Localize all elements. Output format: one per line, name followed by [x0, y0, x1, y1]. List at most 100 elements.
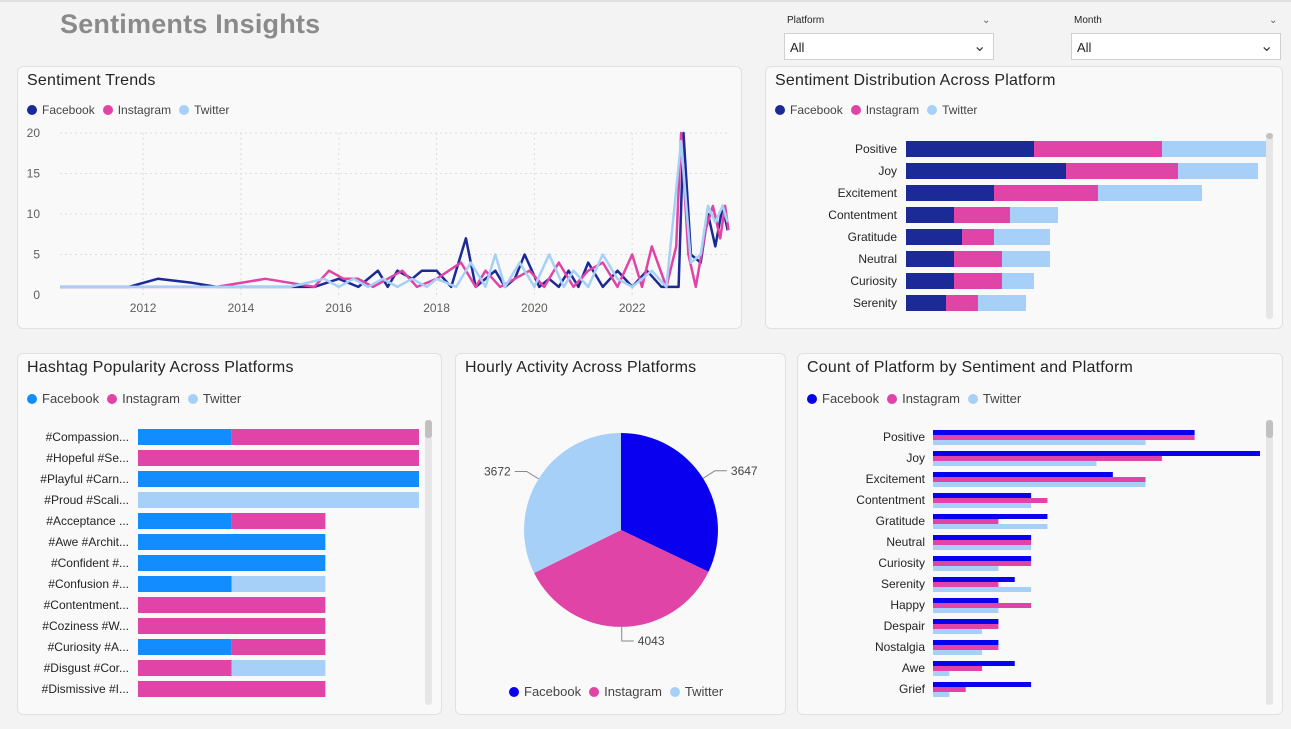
- scrollbar-thumb[interactable]: [425, 420, 432, 438]
- category-label: Contentment: [856, 493, 925, 507]
- scrollbar[interactable]: [1266, 420, 1273, 705]
- bar-facebook: [138, 429, 232, 445]
- series-line-instagram: [60, 131, 730, 289]
- pie-chart[interactable]: 3647 4043 3672: [456, 354, 785, 714]
- hourly-activity-card[interactable]: Hourly Activity Across Platforms 3647 404…: [455, 353, 786, 715]
- category-label: #Acceptance ...: [46, 514, 129, 528]
- bar-twitter: [1010, 207, 1058, 223]
- chevron-down-icon[interactable]: ⌄: [973, 36, 986, 56]
- bar-facebook: [906, 273, 954, 289]
- bar-facebook: [933, 682, 1032, 687]
- legend-dot-icon: [669, 686, 680, 697]
- month-header-chevron-icon[interactable]: ⌄: [1269, 15, 1277, 26]
- legend-item[interactable]: Twitter: [669, 684, 723, 699]
- bar-instagram: [1066, 163, 1178, 179]
- scrollbar-thumb[interactable]: [1266, 133, 1273, 139]
- category-label: Gratitude: [876, 514, 926, 528]
- legend-dot-icon: [589, 686, 600, 697]
- hashtag-popularity-card[interactable]: Hashtag Popularity Across Platforms Face…: [17, 353, 442, 715]
- legend-item[interactable]: Instagram: [589, 684, 662, 699]
- sentiment-trends-card[interactable]: Sentiment Trends Facebook Instagram Twitte…: [17, 66, 742, 329]
- bar-twitter: [933, 650, 983, 655]
- bar-instagram: [933, 477, 1146, 482]
- month-dropdown[interactable]: All ⌄: [1071, 33, 1281, 60]
- category-label: #Contentment...: [44, 598, 129, 612]
- bar-twitter: [1002, 251, 1050, 267]
- stacked-bar-chart[interactable]: Positive Joy Excitement Contentment Gratitud…: [766, 67, 1282, 328]
- month-slicer[interactable]: Month ⌄ All ⌄: [1071, 11, 1281, 61]
- data-label: 3672: [484, 465, 511, 479]
- bar-twitter: [933, 671, 950, 676]
- bar-instagram: [954, 207, 1010, 223]
- scrollbar[interactable]: [425, 420, 432, 705]
- bar-instagram: [138, 597, 326, 613]
- bar-twitter: [933, 608, 999, 613]
- bar-twitter: [231, 576, 326, 592]
- y-tick-label: 20: [27, 126, 41, 140]
- bar-facebook: [933, 535, 1032, 540]
- category-label: #Proud #Scali...: [44, 493, 129, 507]
- bar-facebook: [138, 471, 419, 487]
- sentiment-distribution-card[interactable]: Sentiment Distribution Across Platform F…: [765, 66, 1283, 329]
- bar-twitter: [933, 692, 950, 697]
- platform-value: All: [790, 40, 805, 55]
- bar-instagram: [933, 666, 983, 671]
- category-label: Happy: [890, 598, 925, 612]
- bar-twitter: [933, 482, 1146, 487]
- bar-twitter: [231, 660, 326, 676]
- category-label: #Curiosity #A...: [48, 640, 129, 654]
- bar-facebook: [933, 514, 1048, 519]
- bar-facebook: [906, 295, 946, 311]
- bar-twitter: [978, 295, 1026, 311]
- bar-instagram: [933, 603, 1032, 608]
- line-chart[interactable]: 0 5 10 15 20 2012 2014 2016 2018 2020 2022: [18, 67, 741, 328]
- leader-line: [514, 471, 539, 480]
- category-label: Positive: [855, 142, 897, 156]
- bar-facebook: [906, 251, 954, 267]
- bar-instagram: [231, 429, 419, 445]
- bar-instagram: [994, 185, 1098, 201]
- bar-facebook: [138, 534, 326, 550]
- bar-facebook: [138, 513, 232, 529]
- stacked-bar-chart[interactable]: #Compassion... #Hopeful #Se... #Playful #C…: [18, 354, 441, 714]
- platform-header-chevron-icon[interactable]: ⌄: [982, 15, 990, 26]
- bar-instagram: [138, 681, 326, 697]
- category-label: #Awe #Archit...: [49, 535, 129, 549]
- bar-facebook: [906, 141, 1034, 157]
- category-label: #Disgust #Cor...: [44, 661, 129, 675]
- legend-item[interactable]: Facebook: [509, 684, 581, 699]
- scrollbar[interactable]: [1266, 133, 1273, 319]
- bar-twitter: [933, 461, 1097, 466]
- data-label: 4043: [638, 634, 665, 648]
- bar-instagram: [954, 251, 1002, 267]
- category-label: #Confident #...: [51, 556, 129, 570]
- chevron-down-icon[interactable]: ⌄: [1260, 36, 1273, 56]
- bar-instagram: [933, 519, 999, 524]
- bar-instagram: [962, 229, 994, 245]
- bar-facebook: [933, 451, 1260, 456]
- clustered-bar-chart[interactable]: Positive Joy Excitement Contentment Gratitud…: [798, 354, 1282, 714]
- category-label: Gratitude: [848, 230, 898, 244]
- x-tick-label: 2022: [619, 301, 646, 315]
- bar-instagram: [933, 561, 1032, 566]
- category-label: Neutral: [858, 252, 897, 266]
- x-tick-label: 2020: [521, 301, 548, 315]
- platform-dropdown[interactable]: All ⌄: [784, 33, 994, 60]
- legend-dot-icon: [509, 686, 519, 697]
- bar-facebook: [933, 598, 999, 603]
- bar-instagram: [933, 456, 1162, 461]
- scrollbar-thumb[interactable]: [1266, 420, 1273, 438]
- category-label: Curiosity: [850, 274, 897, 288]
- bar-twitter: [1098, 185, 1202, 201]
- category-label: #Compassion...: [46, 430, 129, 444]
- bar-instagram: [231, 513, 326, 529]
- category-label: Despair: [884, 619, 925, 633]
- data-label: 3647: [731, 464, 758, 478]
- x-tick-label: 2016: [325, 301, 352, 315]
- bar-instagram: [933, 582, 999, 587]
- bar-instagram: [138, 450, 419, 466]
- category-label: Nostalgia: [875, 640, 925, 654]
- platform-slicer[interactable]: Platform ⌄ All ⌄: [784, 11, 994, 61]
- bar-instagram: [933, 540, 1032, 545]
- platform-count-card[interactable]: Count of Platform by Sentiment and Platf…: [797, 353, 1283, 715]
